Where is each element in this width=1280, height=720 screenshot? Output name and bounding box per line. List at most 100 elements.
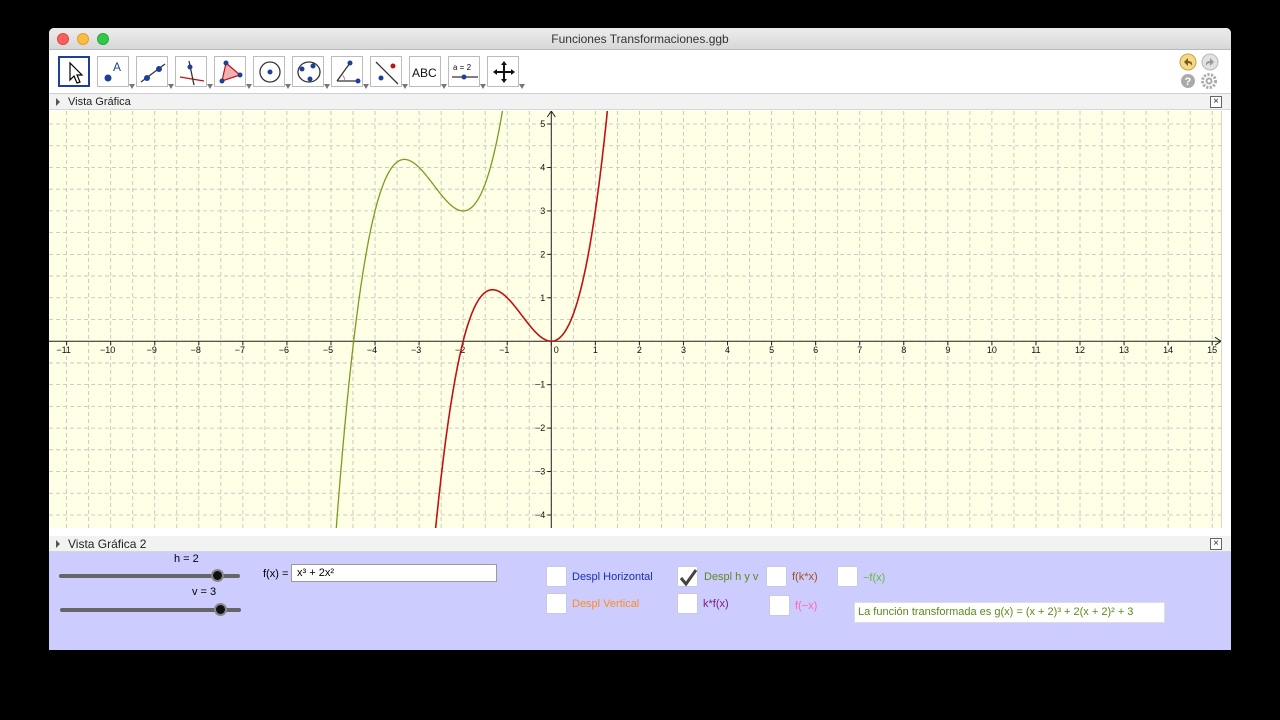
function-label: f(x) = <box>263 568 289 580</box>
slider-h-knob[interactable] <box>210 569 224 582</box>
x-tick-label: 1 <box>593 345 598 355</box>
reflect-tool[interactable] <box>370 56 408 89</box>
checkmark-icon <box>679 569 698 587</box>
checkbox-despl-horizontal[interactable] <box>546 566 567 587</box>
x-tick-label: 3 <box>681 345 686 355</box>
checkbox-despl-vertical[interactable] <box>546 593 567 614</box>
circle-tool[interactable] <box>253 56 291 89</box>
chevron-down-icon <box>285 84 291 89</box>
point-icon: A <box>104 60 121 82</box>
x-tick-label: −7 <box>235 345 245 355</box>
title-bar: Funciones Transformaciones.ggb <box>49 28 1231 50</box>
chevron-down-icon <box>480 84 486 89</box>
expand-triangle-icon[interactable] <box>56 98 60 106</box>
x-tick-label: −9 <box>147 345 157 355</box>
x-tick-label: −1 <box>499 345 509 355</box>
app-window: Funciones Transformaciones.ggb A ABC a =… <box>49 28 1231 650</box>
x-tick-label: 5 <box>769 345 774 355</box>
x-tick-label: 13 <box>1119 345 1129 355</box>
redo-icon[interactable] <box>1200 53 1220 71</box>
settings-icon[interactable] <box>1201 73 1217 89</box>
checkbox-minus-fx[interactable] <box>837 566 858 587</box>
move-view-tool[interactable] <box>487 56 525 89</box>
help-icon[interactable]: ? <box>1180 73 1196 89</box>
y-tick-label: 1 <box>540 293 545 303</box>
close-window-button[interactable] <box>57 33 69 45</box>
perpendicular-tool[interactable] <box>175 56 213 89</box>
chevron-down-icon <box>207 84 213 89</box>
x-tick-label: −11 <box>56 345 71 355</box>
y-tick-label: −1 <box>535 380 545 390</box>
chevron-down-icon <box>168 84 174 89</box>
y-tick-label: −3 <box>535 467 545 477</box>
slider-v-knob[interactable] <box>214 603 228 616</box>
polygon-tool[interactable] <box>214 56 252 89</box>
svg-text:ABC: ABC <box>412 66 437 80</box>
chevron-down-icon <box>402 84 408 89</box>
undo-icon[interactable] <box>1178 53 1198 71</box>
label-despl-h-y-v: Despl h y v <box>704 571 759 583</box>
function-input[interactable]: x³ + 2x² <box>291 564 497 582</box>
checkbox-f-minus-x[interactable] <box>769 595 790 616</box>
x-tick-label: −8 <box>191 345 201 355</box>
x-tick-label: 0 <box>554 345 559 355</box>
svg-text:a = 2: a = 2 <box>453 63 472 72</box>
graph-right-border <box>1221 111 1231 528</box>
x-tick-label: 10 <box>987 345 997 355</box>
checkbox-k-fx[interactable] <box>677 593 698 614</box>
checkbox-despl-h-y-v[interactable] <box>677 566 698 587</box>
line-tool[interactable] <box>136 56 174 89</box>
circle-icon <box>259 61 281 83</box>
slider-h-label: h = 2 <box>174 553 199 565</box>
perpendicular-icon <box>179 60 205 86</box>
x-tick-label: −3 <box>411 345 421 355</box>
angle-icon <box>336 60 361 84</box>
line-icon <box>140 63 166 83</box>
move-tool[interactable] <box>58 56 90 87</box>
chevron-down-icon <box>363 84 369 89</box>
move-view-icon <box>493 61 515 83</box>
view2-header[interactable]: Vista Gráfica 2 × <box>49 536 1231 552</box>
y-tick-label: −2 <box>535 423 545 433</box>
conic-tool[interactable] <box>292 56 330 89</box>
chevron-down-icon <box>441 84 447 89</box>
label-despl-vertical: Despl Vertical <box>572 598 640 610</box>
view2-close-button[interactable]: × <box>1210 538 1222 550</box>
graphics-view-2: h = 2 v = 3 f(x) = x³ + 2x² Despl Horizo… <box>49 552 1231 650</box>
x-tick-label: 9 <box>945 345 950 355</box>
expand-triangle-icon[interactable] <box>56 540 60 548</box>
y-tick-label: 4 <box>540 162 545 172</box>
polygon-icon <box>219 60 243 84</box>
chevron-down-icon <box>246 84 252 89</box>
zoom-window-button[interactable] <box>97 33 109 45</box>
x-tick-label: 2 <box>637 345 642 355</box>
text-icon: ABC <box>412 66 437 80</box>
window-title: Funciones Transformaciones.ggb <box>551 32 729 46</box>
result-text-box: La función transformada es g(x) = (x + 2… <box>854 602 1165 623</box>
point-tool[interactable]: A <box>97 56 135 89</box>
reflect-icon <box>375 61 399 85</box>
minimize-window-button[interactable] <box>77 33 89 45</box>
view1-close-button[interactable]: × <box>1210 96 1222 108</box>
slider-icon: a = 2 <box>452 63 478 80</box>
x-tick-label: 15 <box>1207 345 1217 355</box>
x-tick-label: −6 <box>279 345 289 355</box>
label-minus-fx: −f(x) <box>863 572 886 584</box>
label-despl-horizontal: Despl Horizontal <box>572 571 653 583</box>
angle-tool[interactable] <box>331 56 369 89</box>
x-tick-label: 8 <box>901 345 906 355</box>
conic-icon <box>297 61 321 83</box>
chevron-down-icon <box>324 84 330 89</box>
x-tick-label: 4 <box>725 345 730 355</box>
y-tick-label: −4 <box>535 510 545 520</box>
pointer-icon <box>69 61 84 84</box>
y-tick-label: 2 <box>540 249 545 259</box>
graphics-view[interactable]: −11 −10 −9 −8 −7 −6 −5 −4 −3 −2 −1 0 1 2 3 4 5 6 7 8 9 10 11 12… <box>49 111 1221 528</box>
checkbox-f-kx[interactable] <box>766 566 787 587</box>
x-tick-label: −5 <box>323 345 333 355</box>
view1-header[interactable]: Vista Gráfica × <box>49 94 1231 110</box>
x-tick-label: 12 <box>1075 345 1085 355</box>
label-k-fx: k*f(x) <box>703 598 729 610</box>
slider-tool[interactable]: a = 2 <box>448 56 486 89</box>
text-tool[interactable]: ABC <box>409 56 447 89</box>
